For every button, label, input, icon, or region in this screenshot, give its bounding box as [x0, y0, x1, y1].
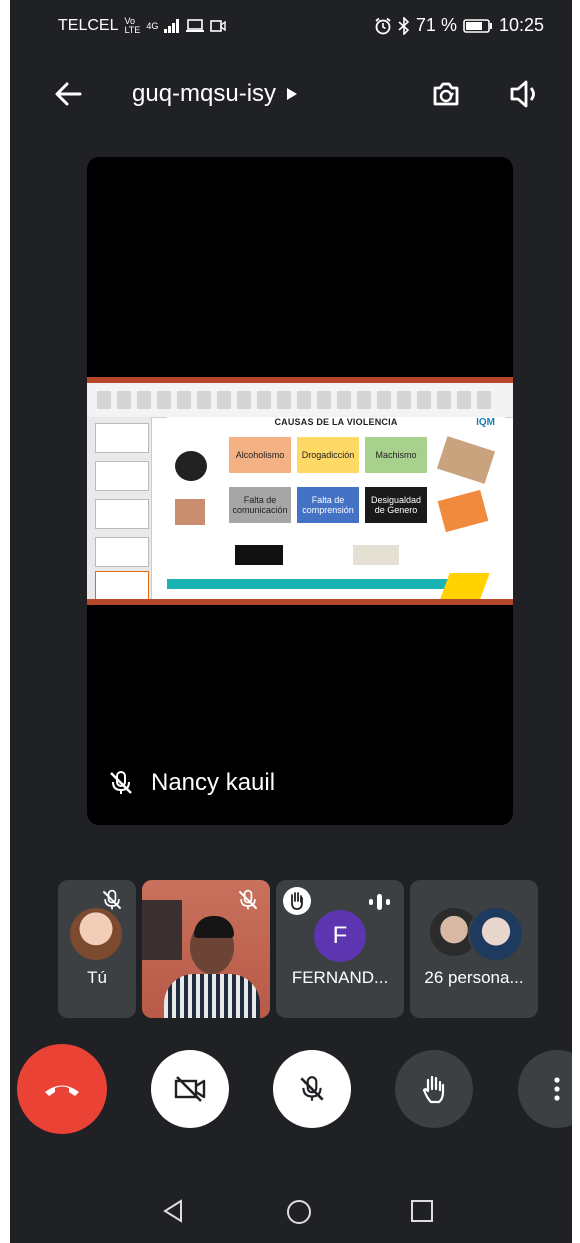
laptop-icon: [186, 19, 205, 32]
switch-camera-icon[interactable]: [426, 74, 466, 114]
slide-box: Drogadicción: [297, 437, 359, 473]
video-call-icon: [210, 20, 227, 32]
nav-home-icon[interactable]: [285, 1198, 313, 1226]
participant-tile-others[interactable]: 26 persona...: [410, 880, 538, 1018]
alarm-icon: [375, 17, 391, 34]
slide-thumbnails: [87, 417, 152, 601]
meeting-code: guq-mqsu-isy: [132, 80, 277, 107]
mic-off-icon: [300, 1076, 324, 1101]
battery-percent: 71 %: [415, 15, 457, 35]
participant-name: 26 persona...: [424, 968, 524, 987]
slide-box: Alcoholismo: [229, 437, 291, 473]
phone-screen: TELCEL Vo LTE 4G 71 % 10:25 guq-mqsu-isy…: [10, 0, 572, 1243]
speaker-name: Nancy kauil: [151, 769, 276, 796]
camera-toggle-button[interactable]: [151, 1050, 229, 1128]
slide-image: [437, 489, 489, 533]
speaker-label: Nancy kauil: [107, 769, 275, 797]
avatar: [468, 906, 524, 962]
slide-canvas: CAUSAS DE LA VIOLENCIA IQM Alcoholismo D…: [167, 417, 505, 599]
slide-box: Desigualdad de Genero: [365, 487, 427, 523]
bluetooth-icon: [398, 16, 410, 35]
video-feed: [142, 900, 182, 960]
slide-accent-shape: [440, 573, 490, 599]
slide-title: CAUSAS DE LA VIOLENCIA: [274, 417, 398, 427]
back-arrow-icon[interactable]: [50, 76, 90, 112]
meeting-title[interactable]: guq-mqsu-isy: [132, 80, 298, 108]
end-call-button[interactable]: [17, 1044, 107, 1134]
android-nav-bar: [10, 1180, 572, 1240]
call-controls: [10, 1044, 572, 1136]
network-type: 4G: [146, 20, 159, 31]
slide-image: [353, 545, 399, 565]
more-options-icon: [554, 1077, 560, 1101]
avatar: F: [314, 910, 366, 962]
slide-box: Machismo: [365, 437, 427, 473]
play-triangle-icon: [287, 88, 298, 100]
end-call-icon: [45, 1085, 79, 1096]
slide-image: [235, 545, 283, 565]
carrier-name: TELCEL: [58, 17, 119, 34]
clock: 10:25: [498, 15, 544, 35]
speaker-icon[interactable]: [506, 74, 546, 114]
camera-off-icon: [174, 1076, 206, 1102]
nav-recents-icon[interactable]: [410, 1199, 434, 1223]
video-feed: [164, 974, 260, 1018]
participant-tile-video[interactable]: [142, 880, 270, 1018]
mic-off-icon: [238, 889, 258, 910]
more-options-button[interactable]: [518, 1050, 572, 1128]
participant-name: Tú: [87, 968, 107, 987]
signal-icon: [164, 19, 180, 33]
iqm-logo: IQM: [476, 417, 495, 428]
slide-accent-bar: [167, 579, 467, 589]
hand-raise-icon: [283, 887, 311, 915]
avatar: [70, 908, 122, 960]
raise-hand-button[interactable]: [395, 1050, 473, 1128]
hand-raise-icon: [422, 1075, 445, 1104]
battery-icon: [463, 18, 492, 33]
participant-tile-fernand[interactable]: F FERNAND...: [276, 880, 404, 1018]
mic-toggle-button[interactable]: [273, 1050, 351, 1128]
mic-off-icon: [110, 771, 132, 794]
slide-box: Falta de comunicación: [229, 487, 291, 523]
app-status-bar: [87, 599, 513, 605]
slide-image: [175, 451, 207, 481]
app-ribbon: [87, 377, 513, 418]
meeting-top-bar: guq-mqsu-isy: [10, 64, 572, 124]
shared-screen: CAUSAS DE LA VIOLENCIA IQM Alcoholismo D…: [87, 377, 513, 605]
nav-back-icon[interactable]: [160, 1198, 186, 1224]
participant-strip: Tú F FERNAND... 26 persona...: [58, 880, 572, 1018]
participant-tile-self[interactable]: Tú: [58, 880, 136, 1018]
slide-image: [436, 436, 496, 484]
status-bar: TELCEL Vo LTE 4G 71 % 10:25: [10, 0, 572, 54]
participant-name: FERNAND...: [291, 968, 389, 987]
audio-activity-icon: [369, 894, 390, 910]
slide-box: Falta de comprensión: [297, 487, 359, 523]
main-video-tile[interactable]: CAUSAS DE LA VIOLENCIA IQM Alcoholismo D…: [87, 157, 513, 825]
volte-indicator: Vo LTE: [124, 16, 141, 35]
slide-image: [175, 499, 205, 525]
